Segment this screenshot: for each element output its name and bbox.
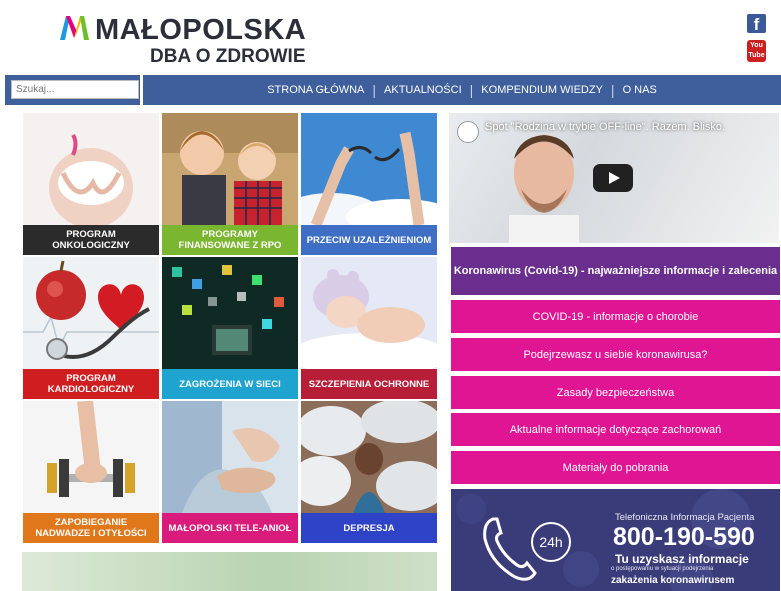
- youtube-icon[interactable]: You Tube: [747, 40, 766, 62]
- video-title[interactable]: Spot "Rodzina w trybie OFF-line". Razem.…: [485, 121, 725, 133]
- tile-rpo-programs[interactable]: PROGRAMY FINANSOWANE Z RPO: [162, 113, 298, 255]
- nav-item-knowledge[interactable]: KOMPENDIUM WIEDZY: [473, 84, 611, 96]
- banner-image[interactable]: [22, 552, 437, 591]
- dumbbell-photo: [23, 401, 159, 513]
- covid-main-button[interactable]: Koronawirus (Covid-19) - najważniejsze i…: [451, 247, 780, 295]
- patient-hotline-banner[interactable]: 24h Telefoniczna Informacja Pacjenta 800…: [451, 489, 780, 591]
- channel-avatar: [457, 121, 479, 143]
- play-icon[interactable]: [593, 164, 633, 192]
- tile-addiction[interactable]: PRZECIW UZALEŻNIENIOM: [301, 113, 437, 255]
- covid-downloads-button[interactable]: Materiały do pobrania: [451, 451, 780, 484]
- nav-item-news[interactable]: AKTUALNOŚCI: [376, 84, 470, 96]
- video-player[interactable]: Spot "Rodzina w trybie OFF-line". Razem.…: [449, 113, 779, 243]
- tile-oncology[interactable]: PROGRAM ONKOLOGICZNY: [23, 113, 159, 255]
- tile-internet-threats[interactable]: ZAGROŻENIA W SIECI: [162, 257, 298, 399]
- hotline-desc: o postępowaniu w sytuacji podejrzenia: [611, 566, 714, 572]
- logo-m-icon: [60, 16, 89, 40]
- search-input[interactable]: [11, 80, 139, 99]
- brand-subtitle: DBA O ZDROWIE: [150, 46, 306, 67]
- hotline-number: 800-190-590: [613, 523, 755, 551]
- phone-icon: [483, 517, 537, 581]
- nav-item-about[interactable]: O NAS: [615, 84, 665, 96]
- page: MAŁOPOLSKA DBA O ZDROWIE f You Tube STRO…: [0, 0, 781, 591]
- covid-info-button[interactable]: COVID-19 - informacje o chorobie: [451, 300, 780, 333]
- tile-label: ZAGROŻENIA W SIECI: [162, 369, 298, 399]
- tile-label: SZCZEPIENIA OCHRONNE: [301, 369, 437, 399]
- tile-cardiology[interactable]: PROGRAM KARDIOLOGICZNY: [23, 257, 159, 399]
- tile-label: PRZECIW UZALEŻNIENIOM: [301, 225, 437, 255]
- facebook-icon[interactable]: f: [747, 14, 766, 34]
- hotline-title: Telefoniczna Informacja Pacjenta: [615, 512, 755, 523]
- tile-obesity-prevention[interactable]: ZAPOBIEGANIE NADWADZE I OTYŁOŚCI: [23, 401, 159, 543]
- tile-label: ZAPOBIEGANIE NADWADZE I OTYŁOŚCI: [23, 513, 159, 543]
- tile-label: DEPRESJA: [301, 513, 437, 543]
- tile-vaccinations[interactable]: SZCZEPIENIA OCHRONNE: [301, 257, 437, 399]
- covid-safety-button[interactable]: Zasady bezpieczeństwa: [451, 376, 780, 409]
- site-logo[interactable]: MAŁOPOLSKA DBA O ZDROWIE: [58, 8, 306, 70]
- heart-stethoscope-photo: [23, 257, 159, 369]
- covid-suspect-button[interactable]: Podejrzewasz u siebie koronawirusa?: [451, 338, 780, 371]
- hotline-desc-2: zakażenia koronawirusem: [611, 575, 735, 586]
- breast-cancer-photo: [23, 113, 159, 225]
- nav-item-home[interactable]: STRONA GŁÓWNA: [259, 84, 372, 96]
- hours-badge: 24h: [531, 522, 571, 562]
- hotline-subtitle: Tu uzyskasz informacje: [615, 552, 749, 566]
- tile-label: MAŁOPOLSKI TELE-ANIOŁ: [162, 513, 298, 543]
- broken-chain-photo: [301, 113, 437, 225]
- tile-label: PROGRAM ONKOLOGICZNY: [23, 225, 159, 255]
- sleeping-baby-photo: [301, 257, 437, 369]
- main-nav: STRONA GŁÓWNA | AKTUALNOŚCI | KOMPENDIUM…: [143, 75, 781, 105]
- internet-photo: [162, 257, 298, 369]
- tile-tele-angel[interactable]: MAŁOPOLSKI TELE-ANIOŁ: [162, 401, 298, 543]
- covid-cases-button[interactable]: Aktualne informacje dotyczące zachorowań: [451, 413, 780, 446]
- depression-photo: [301, 401, 437, 513]
- tile-label: PROGRAM KARDIOLOGICZNY: [23, 369, 159, 399]
- video-thumbnail: [509, 135, 579, 243]
- tile-depression[interactable]: DEPRESJA: [301, 401, 437, 543]
- tile-label: PROGRAMY FINANSOWANE Z RPO: [162, 225, 298, 255]
- brand-name: MAŁOPOLSKA: [95, 14, 307, 46]
- search-box: [5, 75, 140, 105]
- holding-hands-photo: [162, 401, 298, 513]
- children-photo: [162, 113, 298, 225]
